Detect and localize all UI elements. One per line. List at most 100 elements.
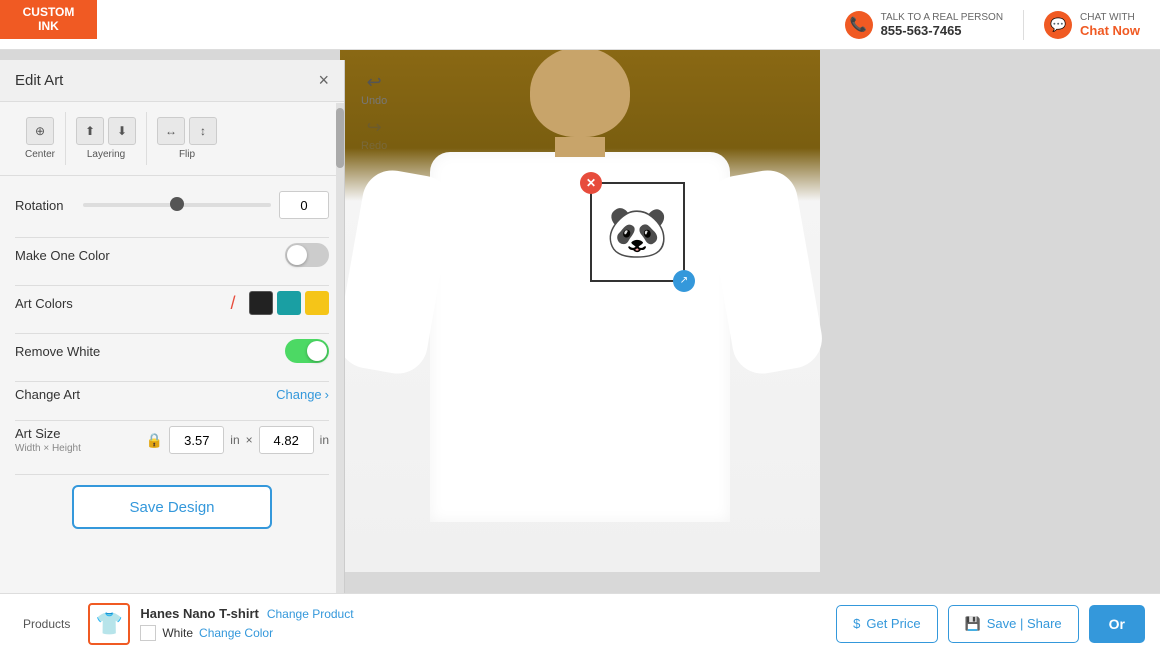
logo-text: CUSTOMINK: [23, 6, 75, 32]
height-input[interactable]: [259, 426, 314, 454]
panel-close-button[interactable]: ×: [318, 70, 329, 91]
change-art-link[interactable]: Change ›: [276, 387, 329, 402]
width-unit: in: [230, 433, 239, 447]
save-icon: 💾: [965, 616, 981, 632]
change-color-link[interactable]: Change Color: [199, 626, 273, 640]
change-art-chevron: ›: [325, 387, 329, 402]
order-button[interactable]: Or: [1089, 605, 1145, 643]
lock-icon[interactable]: 🔒: [146, 432, 163, 449]
header-right: 📞 TALK TO A REAL PERSON 855-563-7465 💬 C…: [825, 10, 1160, 40]
panda-art-image: 🐼: [606, 207, 668, 257]
divider-2: [15, 285, 329, 286]
contact-text: TALK TO A REAL PERSON 855-563-7465: [881, 12, 1003, 38]
size-times: ×: [246, 433, 253, 447]
black-color-swatch[interactable]: [249, 291, 273, 315]
art-colors-label: Art Colors: [15, 296, 73, 311]
art-colors-row: Art Colors /: [15, 291, 329, 315]
shirt-info: Hanes Nano T-shirt Change Product White …: [140, 606, 353, 641]
layering-icons: ⬆ ⬇: [76, 117, 136, 145]
bottom-left: Products 👕 Hanes Nano T-shirt Change Pro…: [15, 603, 354, 645]
get-price-button[interactable]: $ Get Price: [836, 605, 937, 643]
bottom-right: $ Get Price 💾 Save | Share Or: [836, 605, 1145, 643]
change-art-row: Change Art Change ›: [15, 387, 329, 402]
undo-redo-panel: ↩ Undo ↪ Redo: [345, 60, 403, 164]
header: CUSTOMINK 📞 TALK TO A REAL PERSON 855-56…: [0, 0, 1160, 50]
undo-icon: ↩: [367, 72, 382, 93]
undo-label: Undo: [361, 95, 387, 107]
flip-label: Flip: [179, 149, 195, 160]
rotation-thumb[interactable]: [170, 197, 184, 211]
layer-up-icon[interactable]: ⬆: [76, 117, 104, 145]
slash-color-swatch[interactable]: /: [221, 291, 245, 315]
redo-label: Redo: [361, 140, 387, 152]
logo[interactable]: CUSTOMINK: [0, 0, 97, 39]
width-input[interactable]: [169, 426, 224, 454]
shirt-name-row: Hanes Nano T-shirt Change Product: [140, 606, 353, 621]
rotation-slider[interactable]: [83, 203, 271, 207]
edit-art-panel: Edit Art × ⊕ Center ⬆ ⬇ Layering ↔ ↕ Fli…: [0, 60, 345, 593]
redo-button[interactable]: ↪ Redo: [353, 113, 395, 156]
yellow-color-swatch[interactable]: [305, 291, 329, 315]
scroll-indicator: [336, 103, 344, 593]
color-info-row: White Change Color: [140, 625, 353, 641]
person-shirt: ✕ 🐼 ↗: [430, 152, 730, 522]
dollar-icon: $: [853, 616, 860, 631]
art-size-sub: Width × Height: [15, 443, 140, 454]
flip-v-icon[interactable]: ↕: [189, 117, 217, 145]
person-image: ✕ 🐼 ↗: [340, 50, 820, 572]
remove-white-label: Remove White: [15, 344, 100, 359]
change-product-link[interactable]: Change Product: [267, 607, 354, 621]
layering-group: ⬆ ⬇ Layering: [66, 112, 147, 165]
art-size-row: Art Size Width × Height 🔒 in × in: [15, 426, 329, 454]
colors-row: /: [217, 291, 329, 315]
make-one-color-toggle[interactable]: [285, 243, 329, 267]
panel-title: Edit Art: [15, 72, 63, 89]
change-art-link-text: Change: [276, 387, 322, 402]
undo-button[interactable]: ↩ Undo: [353, 68, 395, 111]
art-size-label-wrapper: Art Size Width × Height: [15, 426, 140, 454]
toolbar-section: ⊕ Center ⬆ ⬇ Layering ↔ ↕ Flip: [0, 102, 344, 176]
change-art-label: Change Art: [15, 387, 80, 402]
products-button[interactable]: Products: [15, 612, 78, 636]
save-design-button[interactable]: Save Design: [72, 485, 272, 529]
shirt-thumbnail[interactable]: 👕: [88, 603, 130, 645]
panda-art[interactable]: ✕ 🐼 ↗: [590, 182, 685, 282]
divider-4: [15, 381, 329, 382]
person-neck: [555, 137, 605, 157]
flip-h-icon[interactable]: ↔: [157, 117, 185, 145]
make-one-color-row: Make One Color: [15, 243, 329, 267]
art-delete-button[interactable]: ✕: [580, 172, 602, 194]
art-resize-handle[interactable]: ↗: [673, 270, 695, 292]
layering-label: Layering: [87, 149, 125, 160]
flip-icons: ↔ ↕: [157, 117, 217, 145]
center-group: ⊕ Center: [15, 112, 66, 165]
chat-label: CHAT WITH: [1080, 12, 1140, 23]
rotation-label: Rotation: [15, 198, 75, 213]
make-one-color-label: Make One Color: [15, 248, 110, 263]
art-size-label: Art Size: [15, 426, 140, 441]
save-share-label: Save | Share: [987, 616, 1062, 631]
divider-5: [15, 420, 329, 421]
redo-icon: ↪: [367, 117, 382, 138]
remove-white-toggle[interactable]: [285, 339, 329, 363]
contact-info: 📞 TALK TO A REAL PERSON 855-563-7465: [825, 11, 1023, 39]
remove-white-toggle-thumb: [307, 341, 327, 361]
rotation-input[interactable]: [279, 191, 329, 219]
center-icon[interactable]: ⊕: [26, 117, 54, 145]
divider-1: [15, 237, 329, 238]
remove-white-row: Remove White: [15, 339, 329, 363]
chat-info: 💬 CHAT WITH Chat Now: [1024, 11, 1160, 39]
panel-header: Edit Art ×: [0, 60, 344, 102]
scroll-thumb[interactable]: [336, 108, 344, 168]
color-name: White: [162, 626, 193, 640]
layer-down-icon[interactable]: ⬇: [108, 117, 136, 145]
height-unit: in: [320, 433, 329, 447]
contact-number: 855-563-7465: [881, 23, 1003, 38]
teal-color-swatch[interactable]: [277, 291, 301, 315]
save-share-button[interactable]: 💾 Save | Share: [948, 605, 1079, 643]
color-box: [140, 625, 156, 641]
chat-action[interactable]: Chat Now: [1080, 23, 1140, 38]
get-price-label: Get Price: [866, 616, 920, 631]
rotation-row: Rotation: [15, 191, 329, 219]
phone-icon: 📞: [845, 11, 873, 39]
